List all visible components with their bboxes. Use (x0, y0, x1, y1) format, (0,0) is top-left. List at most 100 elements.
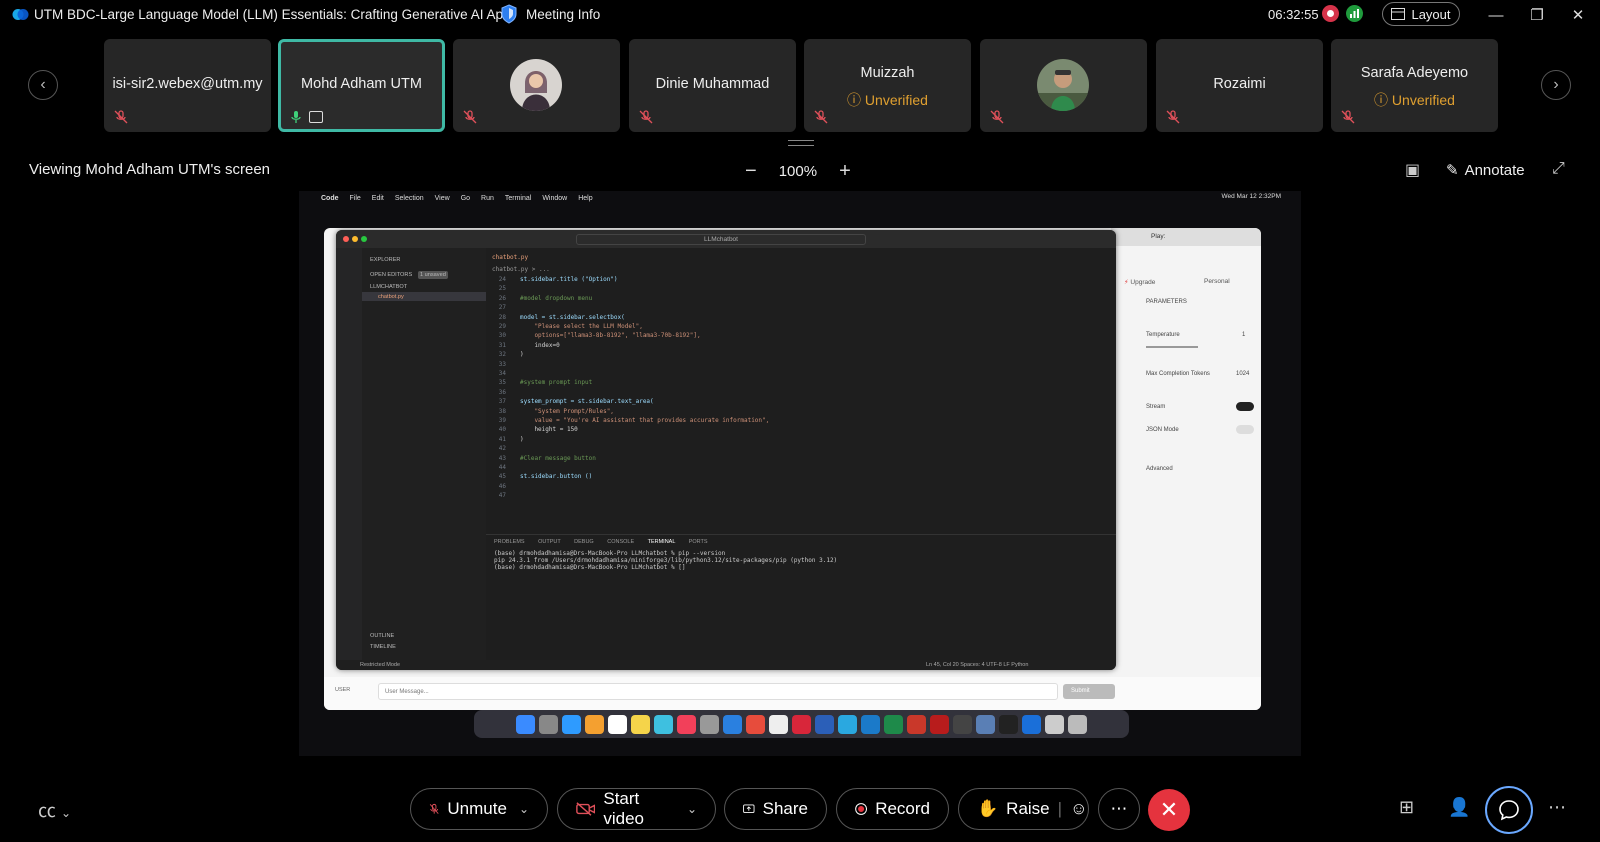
chat-button[interactable] (1485, 786, 1533, 834)
closed-captions-button[interactable]: ㏄ ⌄ (38, 797, 71, 823)
previous-participants-button[interactable]: ‹ (28, 70, 58, 100)
shield-icon (501, 4, 517, 24)
code-line: 27 (498, 304, 506, 312)
parameters-title: PARAMETERS (1146, 299, 1187, 305)
vscode-window: LLMchatbot EXPLORER OPEN EDITORS 1 unsav… (336, 230, 1116, 670)
terminal-icon (999, 714, 1018, 734)
code-line: 47 (498, 492, 506, 500)
zoom-controls: − 100% + (745, 160, 851, 183)
participant-name: Muizzah (860, 65, 915, 81)
participant-tile[interactable]: Rozaimi (1156, 39, 1323, 132)
terminal-panel: PROBLEMS OUTPUT DEBUG CONSOLE TERMINAL P… (486, 534, 1116, 660)
camera-off-icon (576, 802, 596, 816)
message-bar: USER User Message... Submit (324, 677, 1261, 710)
zoom-out-button[interactable]: − (745, 160, 757, 183)
freeform-icon (654, 714, 673, 734)
more-options-button[interactable]: ⋯ (1098, 788, 1140, 830)
layout-button[interactable]: Layout (1382, 2, 1460, 26)
close-icon: ✕ (1571, 7, 1585, 24)
more-icon[interactable]: ⋯ (1548, 797, 1566, 818)
leave-meeting-button[interactable]: ✕ (1148, 789, 1190, 831)
participant-tile[interactable]: Dinie Muhammad (629, 39, 796, 132)
viewing-label: Viewing Mohd Adham UTM's screen (29, 161, 271, 178)
word-icon (815, 714, 834, 734)
code-line: 30 options=["llama3-8b-8192", "llama3-70… (498, 332, 701, 340)
close-window-button[interactable]: ✕ (1558, 2, 1598, 28)
activity-bar (336, 248, 362, 660)
code-line: 34 (498, 370, 506, 377)
chevron-down-icon: ⌄ (686, 802, 697, 816)
code-line: 38 "System Prompt/Rules", (498, 407, 614, 415)
participant-tile[interactable]: isi-sir2.webex@utm.my (104, 39, 271, 132)
layout-grid-icon (1391, 8, 1406, 20)
unmute-button[interactable]: Unmute ⌄ (410, 788, 548, 830)
signal-bars-icon (1350, 9, 1359, 18)
ellipsis-icon: ⋯ (1110, 799, 1128, 818)
temperature-value: 1 (1242, 332, 1246, 338)
pages-icon (723, 714, 742, 734)
mic-muted-icon (814, 110, 828, 124)
chatgpt-icon (769, 714, 788, 734)
share-button[interactable]: Share (724, 788, 827, 830)
shared-screen[interactable]: Code File Edit Selection View Go Run Ter… (299, 191, 1301, 756)
record-label: Record (875, 799, 930, 818)
parameters-panel: PARAMETERS Temperature 1 Max Completion … (1142, 299, 1261, 649)
meeting-timer: 06:32:55 (1268, 7, 1319, 22)
mac-dock (474, 710, 1129, 738)
hand-icon: ✋ (977, 799, 999, 818)
code-line: 45 st.sidebar.button () (498, 473, 593, 481)
annotate-button[interactable]: ✎ Annotate (1446, 161, 1525, 180)
close-traffic-light-icon (343, 236, 349, 242)
strip-resize-handle[interactable] (788, 140, 814, 146)
editor-breadcrumb: chatbot.py > ... (492, 266, 550, 273)
warning-icon: ⓘ (847, 92, 862, 108)
vscode-titlebar: LLMchatbot (336, 230, 1116, 248)
warning-icon: ⓘ (1374, 92, 1389, 108)
next-participants-button[interactable]: › (1541, 70, 1571, 100)
record-button[interactable]: Record (836, 788, 949, 830)
acrobat-icon (930, 714, 949, 734)
stream-label: Stream (1146, 404, 1166, 410)
code-line: 37 system_prompt = st.sidebar.text_area( (498, 398, 654, 406)
meeting-info-button[interactable]: Meeting Info (500, 4, 600, 24)
participant-tile[interactable] (980, 39, 1147, 132)
minimize-button[interactable]: — (1476, 2, 1516, 28)
mic-muted-icon (1341, 110, 1355, 124)
browser-window: Play: ⚡ Upgrade Personal PARAMETERS Temp… (324, 228, 1261, 710)
participants-icon[interactable]: 👤 (1448, 797, 1470, 818)
screen-share-icon (309, 111, 323, 123)
title-bar: UTM BDC-Large Language Model (LLM) Essen… (0, 0, 1600, 30)
closed-captions-icon: ㏄ (38, 801, 56, 821)
code-line: 33 (498, 360, 506, 368)
settings-icon (700, 714, 719, 734)
reactions-icon[interactable]: ☺ (1070, 799, 1087, 819)
status-bar: Restricted Mode Ln 45, Col 20 Spaces: 4 … (336, 660, 1116, 670)
apps-icon[interactable]: ⊞ (1399, 797, 1414, 818)
fullscreen-icon[interactable]: ⤢ (1552, 160, 1565, 178)
max-tokens-value: 1024 (1236, 371, 1250, 377)
raise-hand-button[interactable]: ✋ Raise | ☺ (958, 788, 1089, 830)
code-line: 28 model = st.sidebar.selectbox( (498, 313, 625, 321)
annotate-label: Annotate (1464, 161, 1525, 179)
mendeley-icon (792, 714, 811, 734)
participant-tile-active-speaker[interactable]: Mohd Adham UTM (278, 39, 445, 132)
start-video-button[interactable]: Start video ⌄ (557, 788, 716, 830)
mic-muted-icon (1166, 110, 1180, 124)
explorer-panel: EXPLORER OPEN EDITORS 1 unsaved LLMCHATB… (362, 248, 486, 660)
mic-muted-icon (429, 803, 439, 814)
participant-tile[interactable]: Muizzah ⓘ Unverified (804, 39, 971, 132)
participant-tile[interactable]: Sarafa Adeyemo ⓘ Unverified (1331, 39, 1498, 132)
chevron-down-icon: ⌄ (518, 802, 529, 816)
terminal-line: pip 24.3.1 from /Users/drmohdadhamisa/mi… (494, 557, 838, 564)
pop-out-share-icon[interactable]: ▣ (1405, 160, 1420, 180)
zoom-in-button[interactable]: + (839, 160, 851, 183)
network-health-icon[interactable] (1346, 5, 1363, 22)
temperature-slider (1146, 346, 1198, 348)
participant-tile[interactable] (453, 39, 620, 132)
restore-button[interactable]: ❐ (1517, 2, 1557, 28)
code-line: 44 (498, 464, 506, 471)
playground-tab: Play: (1151, 233, 1166, 240)
preview-icon (976, 714, 995, 734)
code-line: 32) (498, 351, 524, 359)
temperature-label: Temperature (1146, 332, 1180, 338)
